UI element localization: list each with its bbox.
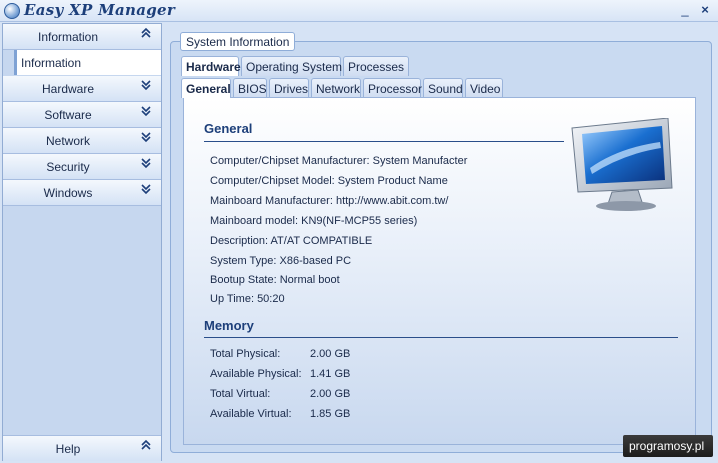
memory-value: 2.00 GB [310, 388, 351, 400]
memory-label: Available Virtual: [210, 408, 292, 420]
main-panel: System Information Hardware Operating Sy… [165, 23, 716, 461]
tab-operating-system[interactable]: Operating System [241, 56, 342, 76]
sidebar-item-label: Information [21, 56, 82, 70]
tab-processes[interactable]: Processes [343, 56, 409, 76]
info-line: Mainboard model: KN9(NF-MCP55 series) [210, 215, 418, 227]
sidebar-group-label: Software [44, 108, 92, 122]
memory-value: 2.00 GB [310, 348, 351, 360]
info-line: Up Time: 50:20 [210, 293, 285, 305]
info-line: Description: AT/AT COMPATIBLE [210, 235, 373, 247]
sidebar: Information Information Hardware Softwar… [2, 23, 162, 461]
tab-network[interactable]: Network [311, 78, 361, 98]
section-divider [204, 141, 564, 142]
sidebar-item-information[interactable]: Information [14, 50, 161, 75]
monitor-icon [571, 118, 673, 211]
sidebar-group-windows[interactable]: Windows [3, 180, 161, 206]
chevron-up-icon[interactable] [139, 27, 153, 45]
section-title-memory: Memory [204, 318, 254, 333]
sidebar-group-security[interactable]: Security [3, 154, 161, 180]
info-line: Computer/Chipset Model: System Product N… [210, 175, 448, 187]
sidebar-group-information[interactable]: Information [3, 24, 161, 50]
chevron-down-icon[interactable] [139, 79, 153, 97]
sidebar-group-label: Information [37, 30, 99, 44]
tab-sound[interactable]: Sound [423, 78, 463, 98]
sidebar-group-network[interactable]: Network [3, 128, 161, 154]
groupbox-title: System Information [180, 32, 296, 51]
sidebar-group-label: Security [46, 160, 90, 174]
tab-processor[interactable]: Processor [363, 78, 422, 98]
sidebar-group-help[interactable]: Help [3, 435, 161, 461]
info-line: System Type: X86-based PC [210, 255, 352, 267]
memory-label: Total Virtual: [210, 388, 271, 400]
primary-tab-row: Hardware Operating System Processes [181, 56, 701, 76]
info-line: Bootup State: Normal boot [210, 274, 340, 286]
info-line: Computer/Chipset Manufacturer: System Ma… [210, 155, 468, 167]
sidebar-group-software[interactable]: Software [3, 102, 161, 128]
sidebar-group-label: Help [55, 442, 81, 456]
tab-general[interactable]: General [181, 78, 231, 98]
memory-value: 1.41 GB [310, 368, 351, 380]
sidebar-empty-area [3, 206, 161, 434]
title-bar: Easy XP Manager _ × [0, 0, 718, 22]
tab-drives[interactable]: Drives [269, 78, 309, 98]
info-line: Mainboard Manufacturer: http://www.abit.… [210, 195, 449, 207]
tab-content-general: General Computer/Chipset Manufacturer: S… [183, 97, 696, 445]
chevron-down-icon[interactable] [139, 131, 153, 149]
sidebar-group-label: Network [45, 134, 90, 148]
tab-hardware[interactable]: Hardware [181, 56, 241, 76]
chevron-down-icon[interactable] [139, 105, 153, 123]
window-title: Easy XP Manager [24, 1, 176, 19]
chevron-down-icon[interactable] [139, 157, 153, 175]
close-button[interactable]: × [697, 3, 713, 19]
sidebar-group-label: Windows [43, 186, 93, 200]
memory-label: Available Physical: [210, 368, 302, 380]
tab-video[interactable]: Video [465, 78, 503, 98]
sidebar-group-hardware[interactable]: Hardware [3, 76, 161, 102]
chevron-down-icon[interactable] [139, 183, 153, 201]
chevron-up-icon[interactable] [139, 439, 153, 457]
sidebar-group-label: Hardware [41, 82, 95, 96]
memory-value: 1.85 GB [310, 408, 351, 420]
memory-label: Total Physical: [210, 348, 281, 360]
section-divider [204, 337, 678, 338]
minimize-button[interactable]: _ [677, 3, 693, 19]
watermark-label: programosy.pl [623, 435, 713, 457]
secondary-tab-row: General BIOS Drives Network Processor So… [181, 78, 701, 98]
app-icon [4, 3, 20, 19]
tab-bios[interactable]: BIOS [233, 78, 267, 98]
section-title-general: General [204, 121, 253, 136]
